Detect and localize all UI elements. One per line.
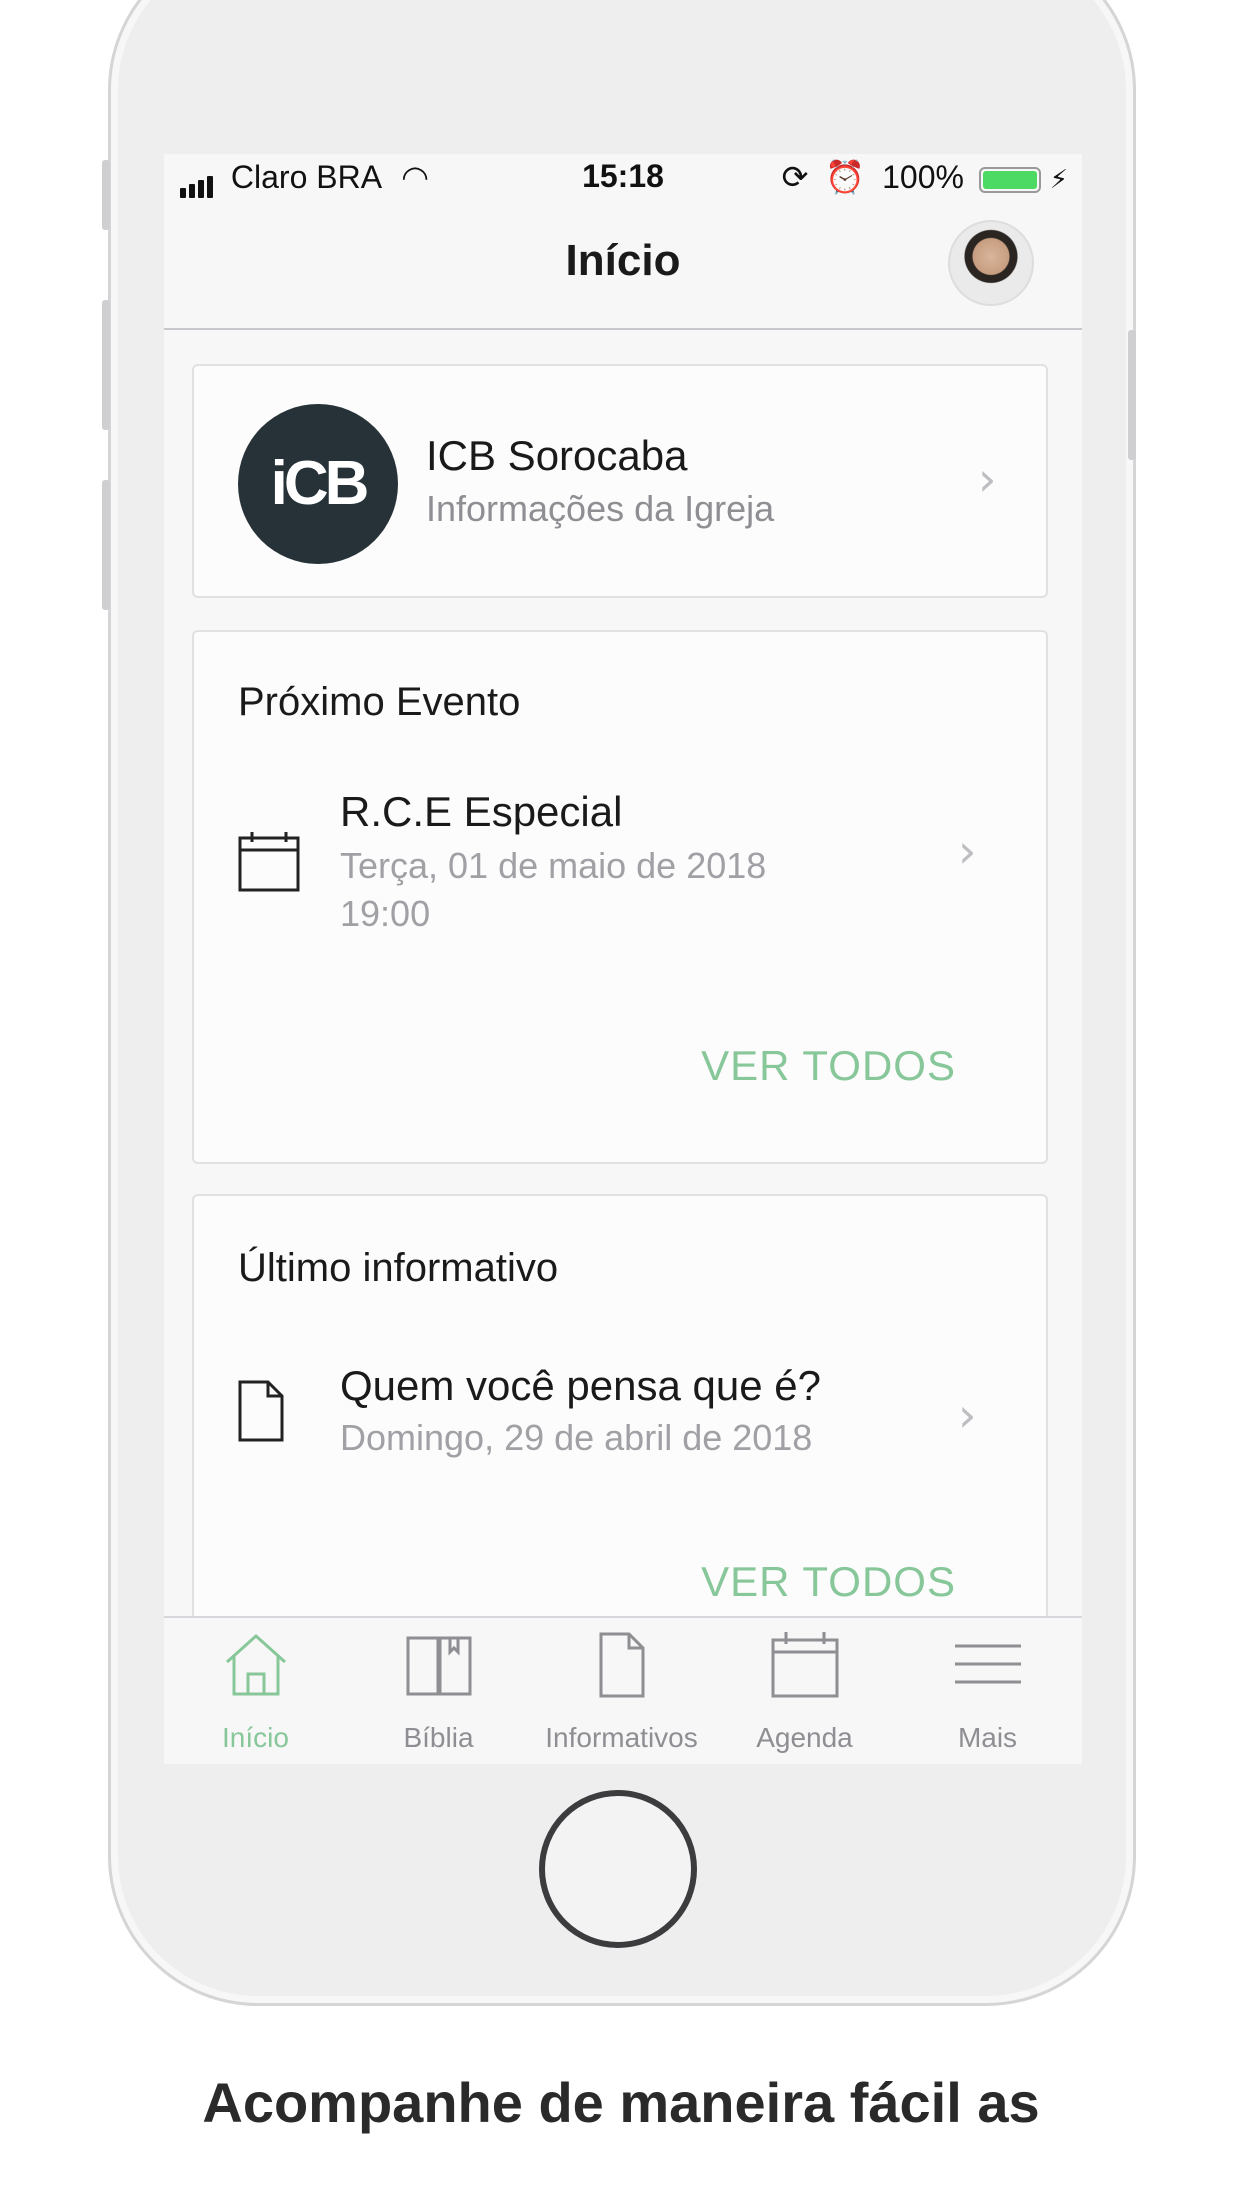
home-icon (225, 1633, 287, 1696)
calendar-icon (771, 1632, 839, 1698)
event-title: R.C.E Especial (340, 788, 623, 835)
side-button-volume-down (102, 480, 110, 610)
tab-label: Agenda (756, 1722, 853, 1753)
book-icon (406, 1636, 472, 1696)
tab-informativos[interactable]: Informativos (530, 1618, 713, 1764)
chevron-right-icon: › (978, 452, 997, 506)
side-button-power (1128, 330, 1136, 460)
section-title-next-event: Próximo Evento (238, 680, 521, 724)
church-card[interactable]: iCB ICB Sorocaba Informações da Igreja › (192, 364, 1048, 598)
tab-label: Informativos (545, 1722, 698, 1753)
chevron-right-icon: › (958, 1388, 977, 1442)
status-right-group: ⟳ ⏰ 100% ⚡ (782, 158, 1068, 196)
newsletter-date: Domingo, 29 de abril de 2018 (340, 1417, 813, 1458)
app-screen: Claro BRA ◠ 15:18 ⟳ ⏰ 100% ⚡ Início iCB … (164, 154, 1082, 1764)
church-subtitle: Informações da Igreja (426, 488, 775, 529)
chevron-right-icon: › (958, 824, 977, 878)
newsletter-row[interactable]: Quem você pensa que é? Domingo, 29 de ab… (194, 1362, 1046, 1472)
battery-percent: 100% (882, 159, 964, 195)
alarm-icon: ⏰ (825, 158, 866, 196)
newsletter-card: Último informativo Quem você pensa que é… (192, 1194, 1048, 1654)
see-all-newsletters-button[interactable]: VER TODOS (701, 1558, 956, 1606)
see-all-events-button[interactable]: VER TODOS (701, 1042, 956, 1090)
calendar-icon (238, 832, 300, 892)
tab-label: Bíblia (403, 1722, 474, 1753)
document-icon (238, 1380, 284, 1442)
church-name: ICB Sorocaba (426, 432, 688, 479)
orientation-lock-icon: ⟳ (781, 158, 809, 196)
document-icon (599, 1632, 645, 1698)
tab-agenda[interactable]: Agenda (713, 1618, 896, 1764)
church-logo: iCB (238, 404, 398, 564)
tab-bar: Início Bíblia Informativos Agenda Mais (164, 1616, 1082, 1764)
tab-inicio[interactable]: Início (164, 1618, 347, 1764)
event-date: Terça, 01 de maio de 2018 (340, 845, 767, 886)
navigation-bar: Início (164, 200, 1082, 330)
avatar[interactable] (948, 220, 1034, 306)
tab-biblia[interactable]: Bíblia (347, 1618, 530, 1764)
event-row[interactable]: R.C.E Especial Terça, 01 de maio de 2018… (194, 788, 1046, 952)
next-event-card: Próximo Evento R.C.E Especial Terça, 01 … (192, 630, 1048, 1164)
status-bar: Claro BRA ◠ 15:18 ⟳ ⏰ 100% ⚡ (164, 154, 1082, 200)
section-title-newsletter: Último informativo (238, 1246, 559, 1290)
side-button-silent (102, 160, 110, 230)
battery-icon (978, 166, 1041, 193)
promo-caption: Acompanhe de maneira fácil as (202, 2071, 1040, 2134)
newsletter-title: Quem você pensa que é? (340, 1362, 821, 1409)
page-title: Início (565, 236, 681, 285)
tab-mais[interactable]: Mais (896, 1618, 1079, 1764)
home-button[interactable] (539, 1790, 697, 1948)
tab-label: Mais (957, 1722, 1018, 1753)
event-time: 19:00 (340, 893, 431, 934)
menu-icon (955, 1644, 1021, 1684)
charging-icon: ⚡ (1049, 165, 1068, 195)
side-button-volume-up (102, 300, 110, 430)
tab-label: Início (222, 1722, 289, 1753)
